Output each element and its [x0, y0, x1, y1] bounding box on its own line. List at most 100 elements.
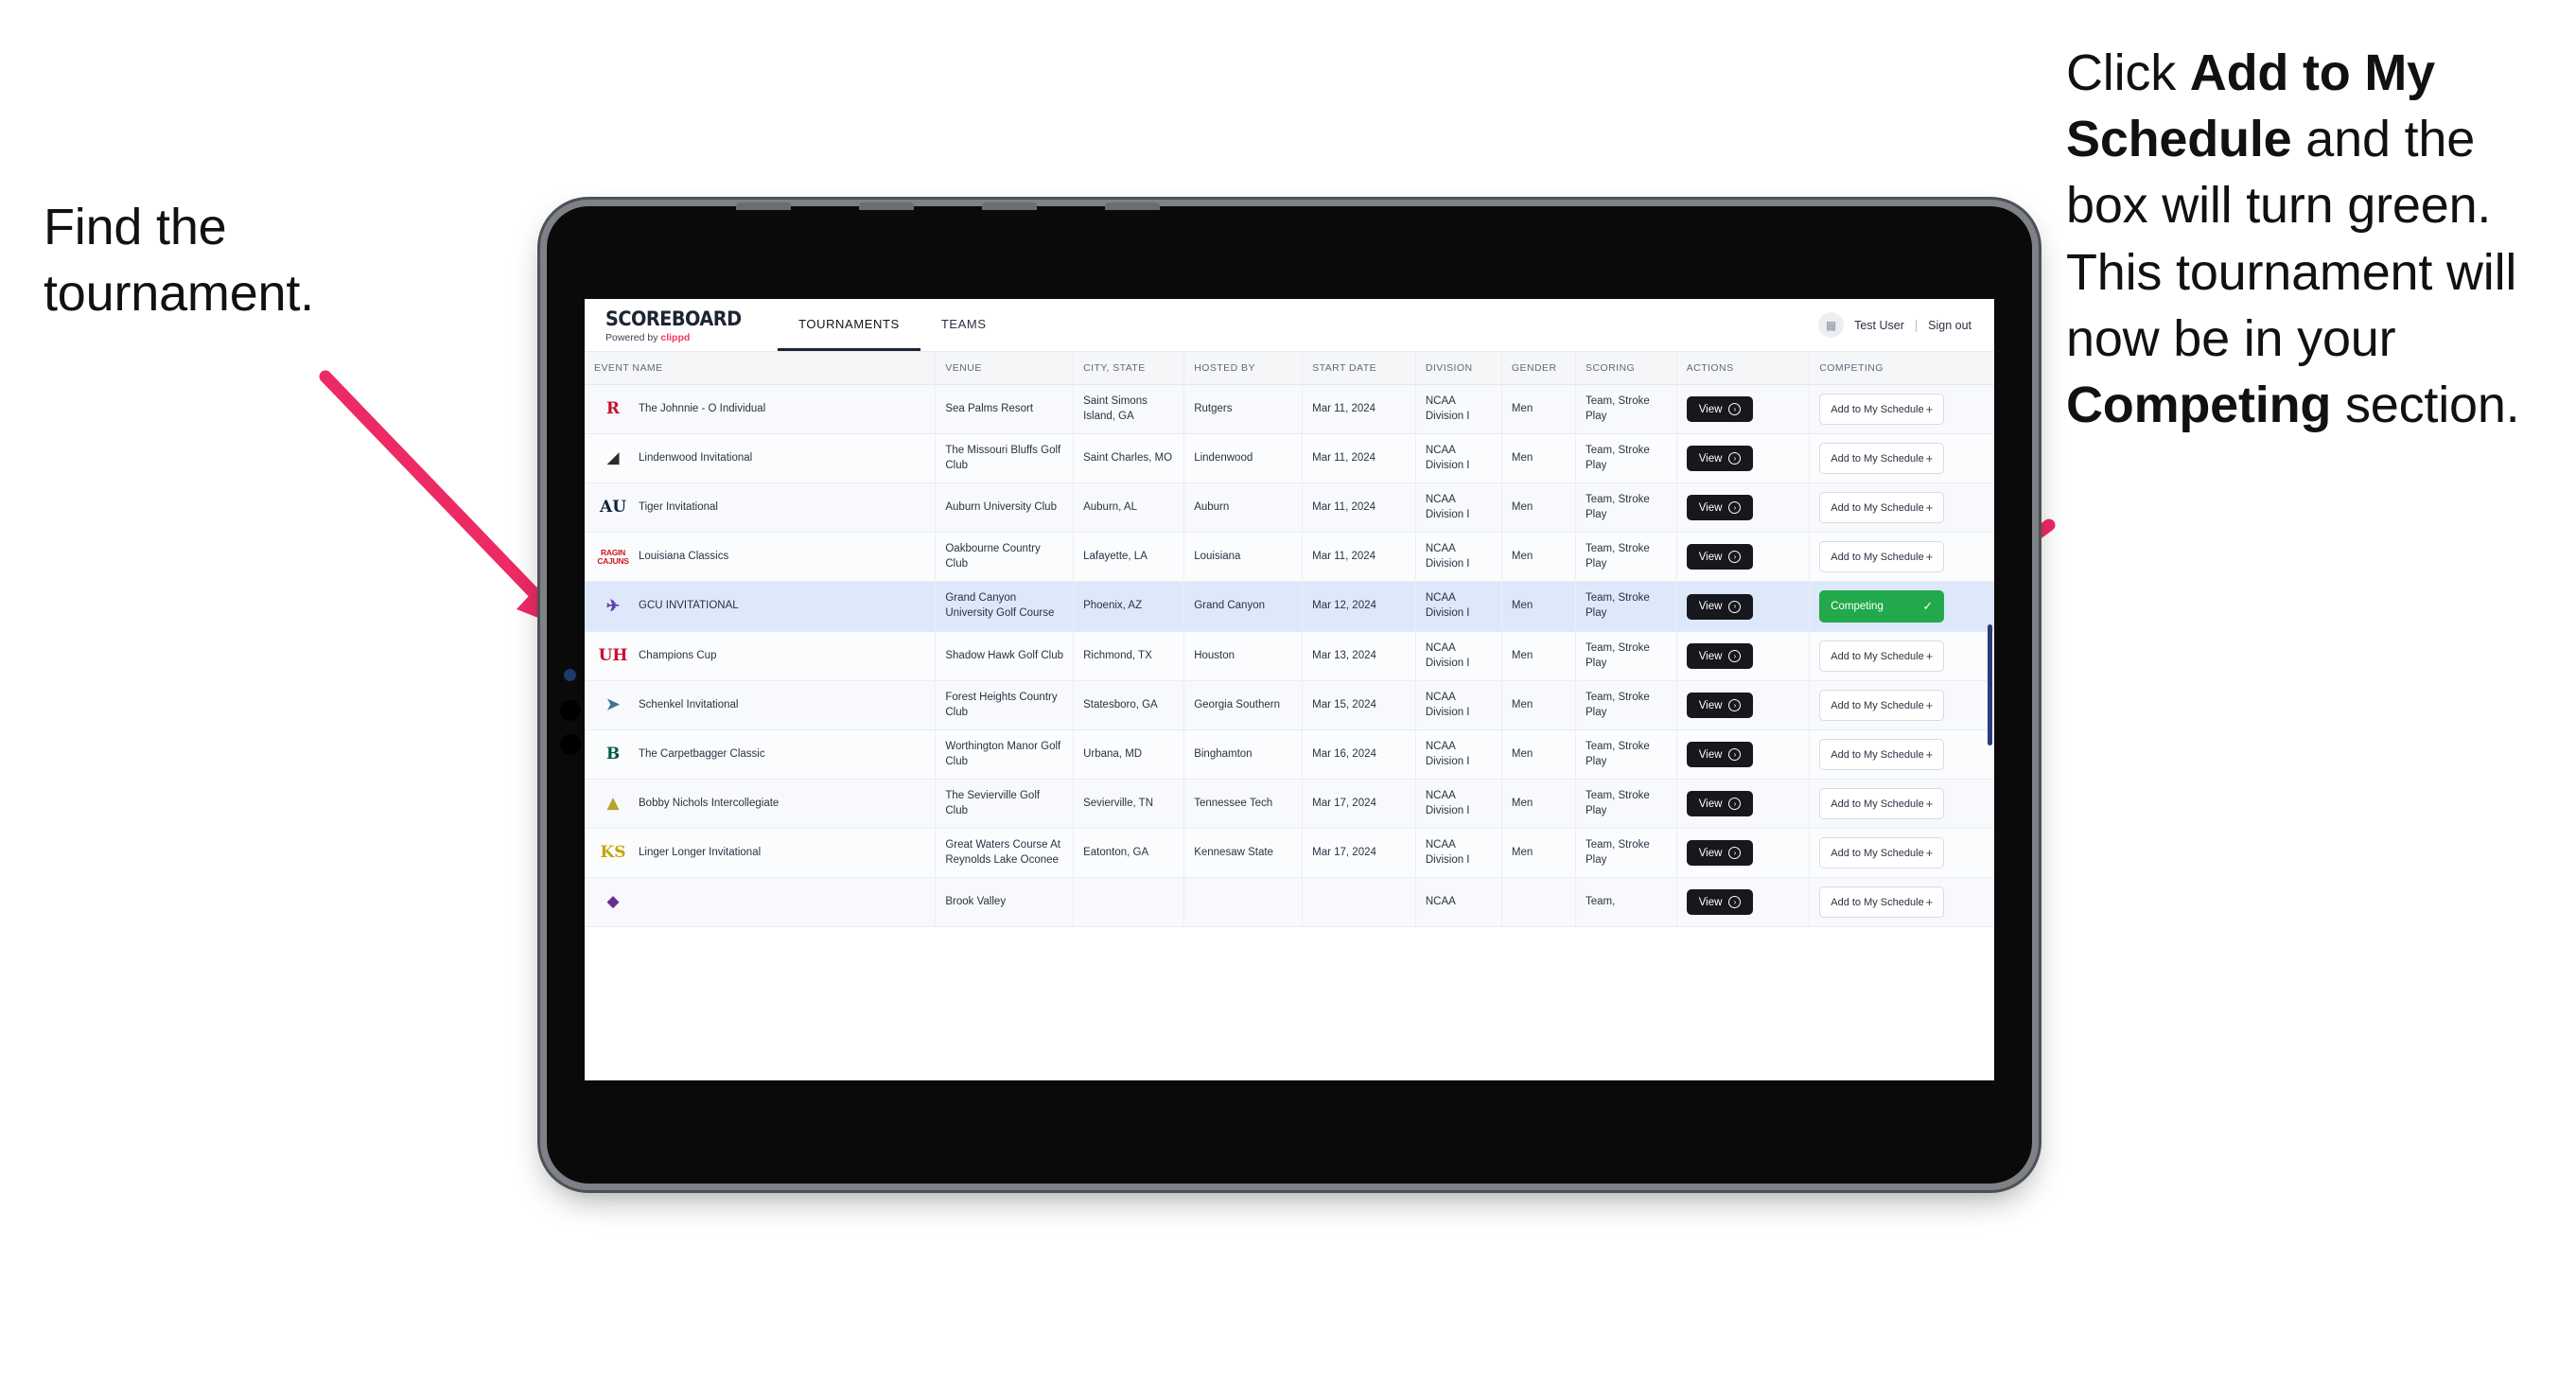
cell-hosted-by: Rutgers [1183, 384, 1304, 434]
view-button[interactable]: View › [1686, 593, 1754, 620]
table-row[interactable]: ✈ GCU INVITATIONAL Grand Canyon University… [585, 581, 1994, 632]
team-logo-icon: KS [600, 843, 626, 862]
cell-venue: Brook Valley [935, 877, 1075, 927]
add-button-label: Add to My Schedule [1831, 847, 1924, 859]
cell-scoring: Team, [1575, 877, 1677, 927]
add-to-my-schedule-button[interactable]: Add to My Schedule + [1819, 394, 1945, 425]
arrow-right-circle-icon: › [1728, 650, 1742, 662]
team-logo-icon: ➤ [605, 695, 621, 714]
table-row[interactable]: R The Johnnie - O Individual Sea Palms Res… [585, 384, 1994, 434]
add-to-my-schedule-button[interactable]: Add to My Schedule + [1819, 837, 1945, 868]
cell-competing: Add to My Schedule + [1809, 729, 1994, 780]
cell-competing: Add to My Schedule + [1809, 482, 1994, 533]
table-row[interactable]: ➤ Schenkel Invitational Forest Heights Cou… [585, 680, 1994, 730]
view-button-label: View [1698, 650, 1723, 662]
add-to-my-schedule-button[interactable]: Add to My Schedule + [1819, 443, 1945, 474]
cell-start-date: Mar 17, 2024 [1302, 828, 1416, 878]
cell-scoring: Team, Stroke Play [1575, 828, 1677, 878]
cell-city-state: Eatonton, GA [1073, 828, 1185, 878]
add-to-my-schedule-button[interactable]: Add to My Schedule + [1819, 492, 1945, 523]
team-logo-icon: ◆ [606, 892, 620, 911]
view-button[interactable]: View › [1686, 840, 1754, 866]
cell-actions: View › [1676, 433, 1811, 483]
sign-out-link[interactable]: Sign out [1928, 319, 1971, 332]
cell-gender: Men [1501, 384, 1577, 434]
table-row[interactable]: B The Carpetbagger Classic Worthington Man… [585, 729, 1994, 780]
cell-actions: View › [1676, 532, 1811, 582]
table-row[interactable]: UH Champions Cup Shadow Hawk Golf Club Rich… [585, 631, 1994, 681]
table-row[interactable]: ◆ Brook Valley NCAA Team, View › Add to My Sch… [585, 877, 1994, 927]
add-button-label: Add to My Schedule [1831, 403, 1924, 415]
tournaments-table-container[interactable]: EVENT NAME VENUE CITY, STATE HOSTED BY S… [585, 352, 1994, 1080]
plus-icon: + [1925, 550, 1934, 564]
table-row[interactable]: KS Linger Longer Invitational Great Waters… [585, 828, 1994, 878]
cell-actions: View › [1676, 877, 1811, 927]
table-row[interactable]: RAGIN CAJUNS Louisiana Classics Oakbourne … [585, 532, 1994, 582]
cell-actions: View › [1676, 482, 1811, 533]
view-button[interactable]: View › [1686, 544, 1754, 570]
view-button[interactable]: View › [1686, 643, 1754, 669]
cell-city-state: Auburn, AL [1073, 482, 1185, 533]
check-icon: ✓ [1922, 599, 1934, 613]
team-logo-icon: ▲ [606, 794, 620, 813]
cell-city-state: Lafayette, LA [1073, 532, 1185, 582]
brand-logo[interactable]: SCOREBOARD Powered by clippd [585, 299, 778, 351]
add-to-my-schedule-button[interactable]: Add to My Schedule + [1819, 739, 1945, 770]
tab-teams[interactable]: TEAMS [920, 299, 1008, 351]
cell-division: NCAA Division I [1415, 828, 1502, 878]
table-row[interactable]: ◢ Lindenwood Invitational The Missouri Blu… [585, 433, 1994, 483]
view-button-label: View [1698, 847, 1723, 859]
cell-city-state [1073, 877, 1185, 927]
add-to-my-schedule-button[interactable]: Add to My Schedule + [1819, 690, 1945, 721]
cell-hosted-by [1183, 877, 1304, 927]
add-button-label: Add to My Schedule [1831, 501, 1924, 514]
add-to-my-schedule-button[interactable]: Add to My Schedule + [1819, 640, 1945, 672]
cell-division: NCAA Division I [1415, 384, 1502, 434]
col-hosted-by: HOSTED BY [1183, 352, 1304, 385]
view-button[interactable]: View › [1686, 495, 1754, 520]
view-button-label: View [1698, 748, 1723, 761]
cell-event-name: ◆ [585, 877, 937, 927]
table-row[interactable]: ▲ Bobby Nichols Intercollegiate The Sevier… [585, 779, 1994, 829]
cell-gender [1501, 877, 1577, 927]
arrow-right-circle-icon: › [1728, 798, 1742, 810]
table-row[interactable]: AU Tiger Invitational Auburn University Cl… [585, 482, 1994, 533]
plus-icon: + [1925, 747, 1934, 762]
tournaments-table: EVENT NAME VENUE CITY, STATE HOSTED BY S… [585, 352, 1994, 927]
view-button[interactable]: View › [1686, 693, 1754, 718]
powered-by-text: Powered by [605, 331, 661, 343]
team-logo-icon: R [605, 399, 621, 418]
cell-start-date: Mar 11, 2024 [1302, 384, 1416, 434]
add-to-my-schedule-button[interactable]: Add to My Schedule + [1819, 788, 1945, 819]
view-button[interactable]: View › [1686, 446, 1754, 471]
user-avatar-icon[interactable]: ▦ [1818, 312, 1845, 338]
table-body: R The Johnnie - O Individual Sea Palms Res… [585, 384, 1994, 927]
add-button-label: Add to My Schedule [1831, 699, 1924, 711]
cell-start-date: Mar 15, 2024 [1302, 680, 1416, 730]
cell-division: NCAA Division I [1415, 729, 1502, 780]
cell-start-date: Mar 11, 2024 [1302, 532, 1416, 582]
cell-hosted-by: Tennessee Tech [1183, 779, 1304, 829]
view-button[interactable]: View › [1686, 889, 1754, 915]
vertical-scrollbar-thumb[interactable] [1988, 624, 1992, 746]
cell-venue: Oakbourne Country Club [935, 532, 1075, 582]
cell-competing: Add to My Schedule + [1809, 433, 1994, 483]
add-to-my-schedule-button[interactable]: Add to My Schedule + [1819, 886, 1945, 918]
event-name-label: The Johnnie - O Individual [639, 402, 766, 414]
cell-gender: Men [1501, 680, 1577, 730]
view-button[interactable]: View › [1686, 396, 1754, 422]
tab-tournaments[interactable]: TOURNAMENTS [778, 299, 920, 351]
plus-icon: + [1925, 895, 1934, 909]
cell-actions: View › [1676, 384, 1811, 434]
view-button-label: View [1698, 601, 1723, 612]
cell-actions: View › [1676, 828, 1811, 878]
arrow-right-circle-icon: › [1728, 452, 1742, 465]
plus-icon: + [1925, 846, 1934, 860]
cell-city-state: Saint Simons Island, GA [1073, 384, 1185, 434]
cell-scoring: Team, Stroke Play [1575, 482, 1677, 533]
view-button[interactable]: View › [1686, 791, 1754, 816]
cell-start-date: Mar 12, 2024 [1302, 581, 1416, 632]
add-to-my-schedule-button[interactable]: Add to My Schedule + [1819, 541, 1945, 572]
competing-badge[interactable]: Competing ✓ [1819, 590, 1945, 623]
view-button[interactable]: View › [1686, 742, 1754, 767]
